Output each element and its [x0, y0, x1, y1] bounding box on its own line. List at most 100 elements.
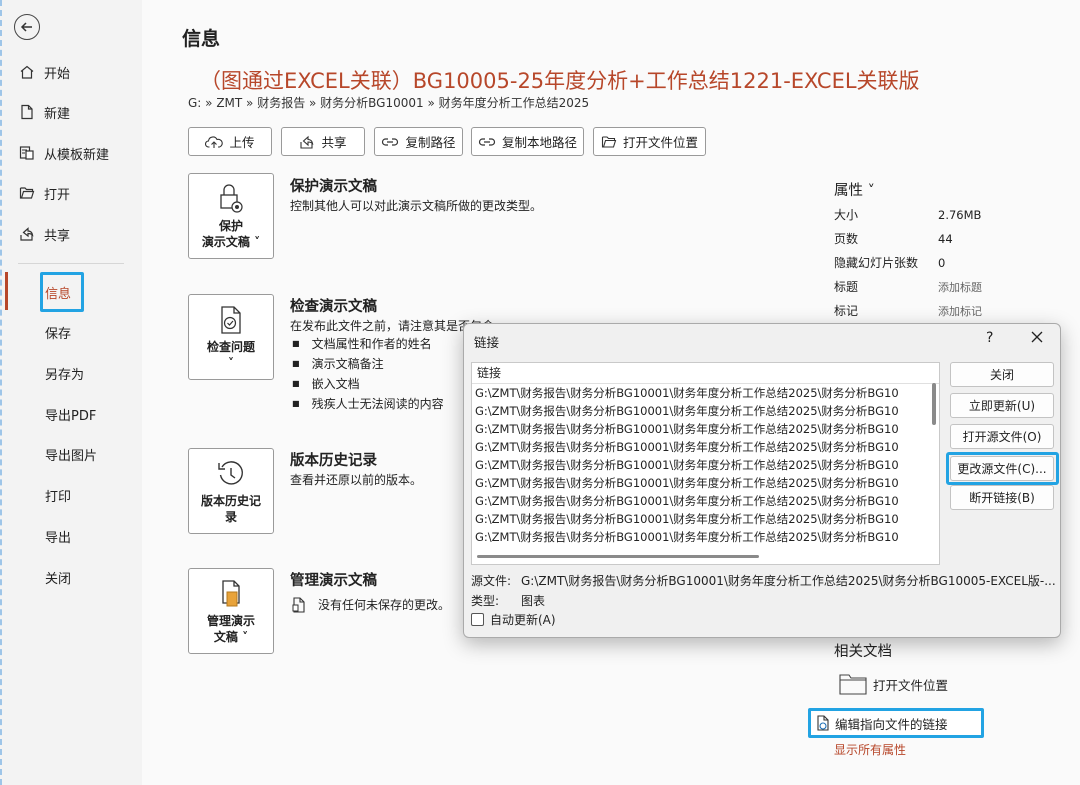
help-button[interactable]: ?	[986, 330, 993, 346]
sidebar-item-print[interactable]: 打印	[45, 486, 71, 505]
property-key: 隐藏幻灯片张数	[834, 256, 919, 270]
dialog-title: 链接	[474, 335, 500, 350]
link-row[interactable]: G:\ZMT\财务报告\财务分析BG10001\财务年度分析工作总结2025\财…	[472, 402, 925, 420]
edit-links-to-files-button[interactable]: 编辑指向文件的链接	[808, 708, 984, 738]
sidebar-item-share[interactable]: 共享	[18, 219, 70, 249]
show-all-properties-link[interactable]: 显示所有属性	[834, 741, 906, 758]
sidebar-item-home[interactable]: 开始	[18, 57, 70, 87]
inspect-presentation-tile[interactable]: 检查问题 ˅	[188, 294, 274, 380]
copy-path-label: 复制路径	[405, 135, 456, 150]
property-row: 标记 添加标记	[834, 302, 1054, 319]
add-title-field[interactable]: 添加标题	[938, 281, 982, 294]
link-row[interactable]: G:\ZMT\财务报告\财务分析BG10001\财务年度分析工作总结2025\财…	[472, 384, 925, 402]
dialog-close-button[interactable]	[1030, 330, 1044, 348]
add-tag-field[interactable]: 添加标记	[938, 305, 982, 318]
upload-button[interactable]: 上传	[188, 127, 272, 156]
related-documents-title: 相关文档	[834, 644, 892, 660]
sidebar-item-info[interactable]: 信息	[45, 283, 71, 302]
vertical-scrollbar[interactable]	[932, 383, 936, 425]
inspect-bullet-list: 文档属性和作者的姓名 演示文稿备注 嵌入文档 残疾人士无法阅读的内容	[292, 334, 444, 414]
edit-links-label: 编辑指向文件的链接	[835, 716, 948, 732]
page-title: 信息	[182, 28, 221, 50]
update-now-button[interactable]: 立即更新(U)	[950, 393, 1054, 418]
sidebar-item-export-image[interactable]: 导出图片	[45, 445, 97, 464]
link-icon	[382, 137, 399, 146]
link-row[interactable]: G:\ZMT\财务报告\财务分析BG10001\财务年度分析工作总结2025\财…	[472, 420, 925, 438]
version-history-tile[interactable]: 版本历史记 录	[188, 448, 274, 534]
manage-presentation-tile[interactable]: 管理演示 文稿 ˅	[188, 568, 274, 654]
properties-header[interactable]: 属性 ˅	[834, 179, 875, 200]
manage-desc: 没有任何未保存的更改。	[318, 598, 451, 612]
cloud-upload-icon	[205, 135, 224, 148]
open-file-location-label: 打开文件位置	[622, 135, 698, 150]
history-icon	[218, 461, 243, 485]
protect-title: 保护演示文稿	[290, 179, 377, 195]
break-link-button[interactable]: 断开链接(B)	[950, 485, 1054, 510]
protect-presentation-tile[interactable]: 保护 演示文稿 ˅	[188, 173, 274, 259]
link-row[interactable]: G:\ZMT\财务报告\财务分析BG10001\财务年度分析工作总结2025\财…	[472, 474, 925, 492]
template-icon	[18, 144, 36, 162]
property-key: 标记	[834, 304, 859, 318]
horizontal-scrollbar[interactable]	[477, 555, 759, 558]
change-source-button[interactable]: 更改源文件(C)...	[950, 456, 1054, 481]
sidebar-item-label: 开始	[44, 66, 71, 82]
version-history-desc: 查看并还原以前的版本。	[290, 473, 423, 487]
auto-update-checkbox[interactable]: 自动更新(A)	[471, 611, 556, 628]
source-file-value: G:\ZMT\财务报告\财务分析BG10001\财务年度分析工作总结2025\财…	[521, 574, 1056, 588]
checkbox-box[interactable]	[471, 613, 484, 626]
type-row: 类型: 图表	[471, 592, 545, 609]
sidebar-item-open[interactable]: 打开	[18, 178, 70, 208]
protect-desc: 控制其他人可以对此演示文稿所做的更改类型。	[290, 199, 543, 213]
link-row[interactable]: G:\ZMT\财务报告\财务分析BG10001\财务年度分析工作总结2025\财…	[472, 510, 925, 528]
auto-update-label: 自动更新(A)	[490, 613, 556, 627]
list-item: 演示文稿备注	[292, 354, 444, 374]
property-key: 标题	[834, 280, 859, 294]
link-icon	[478, 137, 496, 146]
sidebar-item-export-pdf[interactable]: 导出PDF	[45, 405, 96, 424]
upload-label: 上传	[229, 135, 255, 150]
open-source-button[interactable]: 打开源文件(O)	[950, 424, 1054, 449]
sidebar-item-from-template[interactable]: 从模板新建	[18, 138, 109, 168]
breadcrumb: G: » ZMT » 财务报告 » 财务分析BG10001 » 财务年度分析工作…	[188, 96, 590, 110]
list-item: 文档属性和作者的姓名	[292, 334, 444, 354]
manage-document-icon	[222, 580, 240, 607]
property-value: 2.76MB	[938, 208, 982, 222]
document-link-icon	[817, 715, 829, 731]
link-row[interactable]: G:\ZMT\财务报告\财务分析BG10001\财务年度分析工作总结2025\财…	[472, 528, 925, 546]
copy-path-button[interactable]: 复制路径	[374, 127, 463, 156]
list-item: 残疾人士无法阅读的内容	[292, 394, 444, 414]
list-column-header: 链接	[472, 363, 939, 384]
sidebar-item-close[interactable]: 关闭	[45, 568, 71, 587]
property-value: 0	[938, 256, 946, 270]
folder-open-icon	[18, 184, 36, 202]
tile-label: 检查问题	[206, 340, 255, 354]
active-indicator	[5, 272, 8, 310]
link-row[interactable]: G:\ZMT\财务报告\财务分析BG10001\财务年度分析工作总结2025\财…	[472, 492, 925, 510]
links-listbox[interactable]: 链接 G:\ZMT\财务报告\财务分析BG10001\财务年度分析工作总结202…	[471, 362, 940, 565]
source-file-label: 源文件:	[471, 574, 512, 588]
share-button[interactable]: 共享	[281, 127, 365, 156]
tile-label: 录	[224, 510, 237, 524]
arrow-left-icon	[20, 22, 32, 32]
share-label: 共享	[321, 135, 347, 150]
copy-local-path-label: 复制本地路径	[501, 135, 577, 150]
property-key: 页数	[834, 232, 859, 246]
sidebar-item-save-as[interactable]: 另存为	[45, 364, 84, 383]
link-row[interactable]: G:\ZMT\财务报告\财务分析BG10001\财务年度分析工作总结2025\财…	[472, 456, 925, 474]
sidebar-item-export[interactable]: 导出	[45, 527, 71, 546]
links-dialog: 链接 ? 链接 G:\ZMT\财务报告\财务分析BG10001\财务年度分析工作…	[463, 323, 1061, 638]
open-file-location-button[interactable]: 打开文件位置	[593, 127, 706, 156]
sidebar-item-label: 共享	[44, 228, 71, 244]
copy-local-path-button[interactable]: 复制本地路径	[471, 127, 584, 156]
related-open-file-location[interactable]: 打开文件位置	[839, 673, 948, 695]
tile-label: 保护	[218, 219, 243, 233]
tile-label: 演示文稿 ˅	[201, 235, 261, 249]
sidebar-item-save[interactable]: 保存	[45, 323, 71, 342]
tile-label: 管理演示	[206, 614, 255, 628]
tile-label: ˅	[228, 356, 234, 370]
sidebar-item-new[interactable]: 新建	[18, 97, 70, 127]
link-row[interactable]: G:\ZMT\财务报告\财务分析BG10001\财务年度分析工作总结2025\财…	[472, 438, 925, 456]
back-button[interactable]	[14, 14, 40, 40]
sidebar-item-label: 新建	[44, 106, 71, 122]
close-button[interactable]: 关闭	[950, 362, 1054, 387]
